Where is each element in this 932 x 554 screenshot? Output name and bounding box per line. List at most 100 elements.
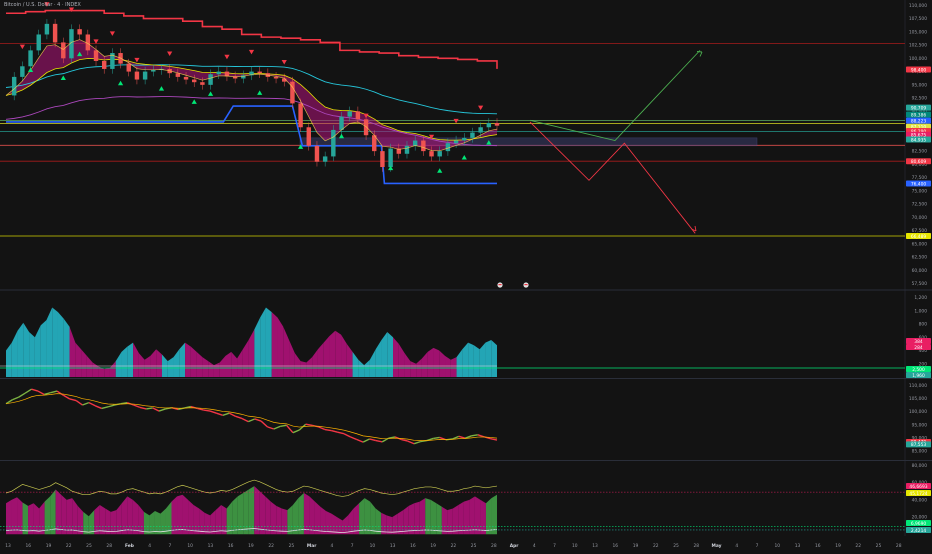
area-segment — [17, 322, 24, 377]
area-segment — [408, 503, 415, 535]
x-tick-label: 4 — [735, 543, 738, 549]
y-tick-label: 110,000 — [909, 383, 927, 389]
area-segment — [11, 497, 18, 535]
y-tick-label: 20,000 — [912, 515, 928, 521]
chart-background — [0, 0, 932, 550]
y-tick-label: 107,500 — [909, 16, 927, 22]
x-tick-label: 10 — [187, 543, 193, 549]
x-tick-label: 16 — [613, 543, 619, 549]
area-segment — [485, 339, 492, 377]
x-tick-label: 7 — [756, 543, 759, 549]
x-tick-label: 13 — [795, 543, 801, 549]
area-segment — [474, 496, 481, 535]
area-segment — [303, 492, 310, 535]
support-zone-box — [299, 137, 758, 147]
area-segment — [33, 503, 40, 535]
x-axis-background — [0, 538, 932, 550]
y-tick-label: 105,000 — [909, 396, 927, 402]
area-segment — [104, 367, 110, 377]
area-segment — [28, 503, 34, 535]
candle-body — [101, 60, 107, 69]
area-segment — [254, 486, 260, 535]
candle-body — [445, 143, 451, 152]
price-label: 88,223 — [911, 118, 927, 124]
area-segment — [243, 489, 249, 535]
oscillator-1-label: 384 — [914, 339, 923, 345]
chart-svg[interactable]: 110,000107,500105,000102,500100,00097,50… — [0, 0, 932, 550]
area-segment — [491, 494, 497, 535]
x-tick-label: 16 — [410, 543, 416, 549]
area-segment — [259, 491, 266, 535]
oscillator-3-label: 2,4214 — [911, 528, 927, 534]
candle-body — [478, 127, 483, 133]
area-segment — [331, 513, 338, 535]
x-tick-label: 4 — [331, 543, 334, 549]
candle-body — [404, 145, 410, 154]
x-tick-label: 25 — [86, 543, 92, 549]
area-segment — [271, 312, 278, 377]
candle-body — [314, 145, 320, 162]
candle-body — [347, 111, 352, 117]
area-segment — [329, 330, 336, 377]
area-segment — [17, 497, 23, 535]
area-segment — [325, 511, 332, 535]
area-segment — [6, 499, 12, 535]
area-segment — [430, 499, 437, 535]
x-tick-label: 22 — [855, 543, 861, 549]
area-segment — [127, 496, 133, 535]
candle-body — [192, 79, 197, 83]
area-segment — [425, 498, 431, 535]
area-segment — [427, 347, 434, 377]
candle-body — [437, 151, 442, 157]
area-segment — [204, 512, 211, 535]
area-segment — [105, 508, 111, 535]
price-label: 89,386 — [911, 112, 927, 118]
candle-body — [44, 23, 50, 35]
chart-stage[interactable]: Bitcoin / U.S. Dollar · 4 · INDEX 110,00… — [0, 0, 932, 550]
candle-body — [77, 29, 82, 35]
oscillator-2-labels[interactable]: 88,47987,553 — [906, 438, 931, 448]
area-segment — [29, 332, 35, 377]
time-x-axis[interactable]: 13 16 19 22 25 28 Feb 4 7 10 13 16 19 22 25 Mar 4 7 10 13 16… — [0, 538, 932, 550]
price-label: 90,709 — [911, 105, 927, 111]
area-segment — [335, 330, 342, 377]
candle-body — [208, 74, 213, 85]
area-segment — [410, 361, 417, 377]
area-segment — [154, 511, 161, 535]
symbol-title: Bitcoin / U.S. Dollar · 4 · INDEX — [4, 2, 81, 8]
candle-body — [200, 82, 205, 85]
candle-body — [494, 123, 500, 126]
area-segment — [381, 512, 387, 535]
area-segment — [121, 346, 128, 377]
x-tick-label: 7 — [169, 543, 172, 549]
oscillator-3-label: 45,1724 — [909, 491, 927, 497]
candle-body — [355, 111, 361, 120]
area-segment — [44, 496, 51, 535]
y-tick-label: 92,500 — [912, 96, 928, 102]
area-segment — [485, 498, 492, 535]
y-tick-label: 72,500 — [912, 202, 928, 208]
area-segment — [433, 347, 440, 377]
area-segment — [314, 501, 321, 535]
x-tick-label: 19 — [430, 543, 436, 549]
area-segment — [491, 339, 497, 377]
y-tick-label: 82,500 — [912, 149, 928, 155]
x-tick-label: 13 — [592, 543, 598, 549]
y-tick-label: 80,000 — [912, 463, 928, 469]
candle-body — [453, 140, 459, 144]
event-flag-stripe — [498, 284, 502, 286]
candle-body — [20, 66, 25, 77]
x-tick-label: 19 — [835, 543, 841, 549]
candle-body — [52, 23, 58, 43]
oscillator-1-label: 284 — [914, 345, 923, 351]
x-tick-label: 10 — [774, 543, 780, 549]
area-segment — [359, 498, 365, 535]
candle-body — [298, 103, 303, 128]
candle-body — [142, 71, 148, 80]
x-tick-label: 28 — [896, 543, 902, 549]
x-tick-label: Apr — [510, 543, 520, 549]
x-tick-label: 28 — [491, 543, 497, 549]
candle-body — [183, 76, 189, 80]
area-segment — [225, 351, 232, 377]
candle-body — [273, 76, 279, 79]
